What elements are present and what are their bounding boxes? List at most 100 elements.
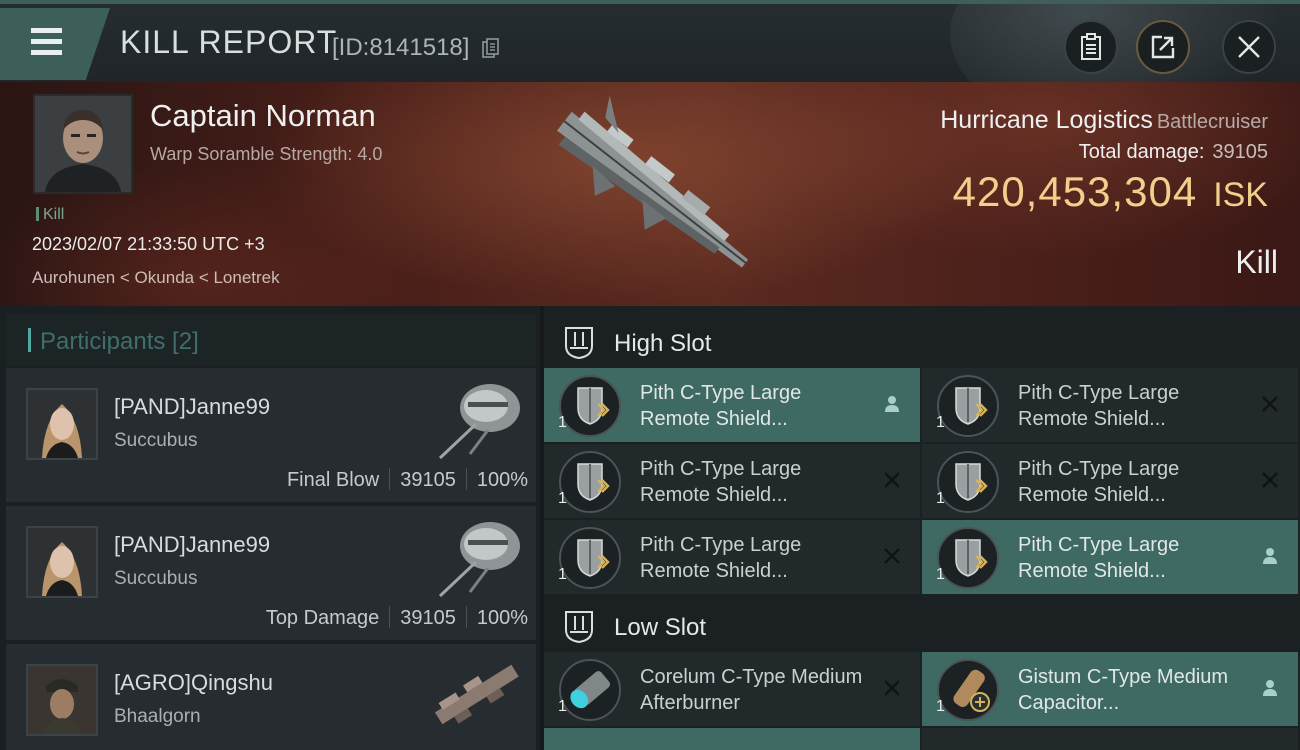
module-state[interactable] <box>880 468 904 492</box>
capacitor-icon <box>937 659 999 721</box>
isk-value: 420,453,304 <box>952 168 1198 215</box>
female-pilot-icon <box>28 528 96 596</box>
participant-stats: Top Damage 39105 100% <box>266 606 528 630</box>
module-quantity: 1 <box>936 698 945 715</box>
clipboard-button[interactable] <box>1064 20 1118 74</box>
kill-summary: Captain Norman Warp Soramble Strength: 4… <box>0 82 1300 306</box>
module-name: Pith C-Type Large Remote Shield... <box>640 458 802 506</box>
module-name: Gistum C-Type Medium Capacitor... <box>1018 666 1229 714</box>
close-icon <box>884 680 900 696</box>
module-slot[interactable]: 1 Pith C-Type Large Remote Shield... <box>922 444 1298 518</box>
ship-info: Hurricane Logistics Battlecruiser Total d… <box>940 106 1268 216</box>
menu-icon <box>26 28 62 33</box>
female-pilot-icon <box>28 390 96 458</box>
participants-header: Participants [2] <box>6 314 536 366</box>
module-name: Pith C-Type Large Remote Shield... <box>640 382 802 430</box>
high-slot-header: High Slot <box>544 312 1300 372</box>
fitting-panel: High Slot 1 Pith C-Type Large Remote Shie… <box>544 306 1300 750</box>
participant-damage: 39105 <box>400 607 456 629</box>
header-marker <box>28 328 31 352</box>
pilot-avatar-icon <box>35 96 131 192</box>
high-slot-icon <box>565 327 593 360</box>
module-quantity: 1 <box>558 414 567 431</box>
participant-card[interactable]: [PAND]Janne99 Succubus Final Blow 39105 10… <box>6 368 536 502</box>
close-icon <box>884 548 900 564</box>
participant-ship: Succubus <box>114 568 198 589</box>
module-quantity: 1 <box>936 566 945 583</box>
title-bar: KILL REPORT [ID:8141518] <box>0 0 1300 82</box>
close-icon <box>1238 36 1260 58</box>
copy-icon[interactable] <box>482 38 500 58</box>
module-state[interactable] <box>880 392 904 416</box>
module-quantity: 1 <box>558 698 567 715</box>
close-icon <box>1262 472 1278 488</box>
participant-name[interactable]: [PAND]Janne99 <box>114 532 270 558</box>
close-icon <box>884 472 900 488</box>
participant-card[interactable]: [PAND]Janne99 Succubus Top Damage 39105 10… <box>6 506 536 640</box>
person-icon <box>1263 680 1277 696</box>
module-state[interactable] <box>880 676 904 700</box>
module-slot[interactable]: 1 Pith C-Type Large Remote Shield... <box>544 444 920 518</box>
kill-datetime: 2023/02/07 21:33:50 UTC +3 <box>32 234 265 254</box>
module-slot[interactable]: 1 Gistum C-Type Medium Capacitor... <box>922 652 1298 726</box>
module-quantity: 1 <box>936 414 945 431</box>
close-button[interactable] <box>1222 20 1276 74</box>
warp-scramble-strength: Warp Soramble Strength: 4.0 <box>150 144 383 164</box>
share-button[interactable] <box>1136 20 1190 74</box>
low-slot-header: Low Slot <box>544 596 1300 656</box>
menu-button[interactable] <box>0 8 110 80</box>
participant-role: Final Blow <box>286 469 380 491</box>
stat-separator <box>465 468 467 490</box>
kill-result: Kill <box>1235 244 1278 280</box>
module-state[interactable] <box>880 544 904 568</box>
module-state[interactable] <box>1258 676 1282 700</box>
close-icon <box>1262 396 1278 412</box>
module-slot[interactable]: 1 Pith C-Type Large Remote Shield... <box>922 368 1298 442</box>
share-icon <box>1151 35 1175 59</box>
victim-portrait[interactable] <box>33 94 133 194</box>
module-slot[interactable]: 1 Pith C-Type Large Remote Shield... <box>922 520 1298 594</box>
module-slot[interactable]: 1 Pith C-Type Large Remote Shield... <box>544 368 920 442</box>
module-name: Pith C-Type Large Remote Shield... <box>1018 382 1180 430</box>
participant-avatar <box>26 526 98 598</box>
module-state[interactable] <box>1258 392 1282 416</box>
person-icon <box>885 396 899 412</box>
module-name: Pith C-Type Large Remote Shield... <box>1018 458 1180 506</box>
page-title: KILL REPORT <box>120 24 338 60</box>
kill-location[interactable]: Aurohunen < Okunda < Lonetrek <box>32 268 280 288</box>
participant-percent: 100% <box>476 607 528 629</box>
module-state[interactable] <box>1258 468 1282 492</box>
shield-booster-icon <box>559 451 621 513</box>
succubus-ship-icon <box>438 522 520 598</box>
victim-name[interactable]: Captain Norman <box>150 98 376 134</box>
victim-ship-name[interactable]: Hurricane Logistics <box>940 106 1153 134</box>
module-slot-partial[interactable] <box>922 728 1298 750</box>
low-slot-icon <box>565 611 593 644</box>
participant-card[interactable]: [AGRO]Qingshu Bhaalgorn <box>6 644 536 750</box>
participant-name[interactable]: [PAND]Janne99 <box>114 394 270 420</box>
participant-percent: 100% <box>476 469 528 491</box>
participant-damage: 39105 <box>400 469 456 491</box>
module-slot[interactable]: 1 Corelum C-Type Medium Afterburner <box>544 652 920 726</box>
victim-ship-class: Battlecruiser <box>1156 111 1268 133</box>
module-state[interactable] <box>1258 544 1282 568</box>
victim-ship-image[interactable] <box>520 92 790 292</box>
participant-avatar <box>26 664 98 736</box>
shield-booster-icon <box>937 451 999 513</box>
module-slot[interactable]: 1 Pith C-Type Large Remote Shield... <box>544 520 920 594</box>
participants-panel: Participants [2] [PAND]Janne99 Succubus … <box>0 306 540 750</box>
participant-name[interactable]: [AGRO]Qingshu <box>114 670 273 696</box>
isk-unit: ISK <box>1213 176 1268 214</box>
module-name: Corelum C-Type Medium Afterburner <box>640 666 863 714</box>
participants-title: Participants [2] <box>40 328 199 355</box>
report-id: [ID:8141518] <box>332 34 470 61</box>
module-slot-partial[interactable] <box>544 728 920 750</box>
shield-booster-icon <box>937 375 999 437</box>
clipboard-icon <box>1081 33 1101 60</box>
bhaalgorn-ship-icon <box>434 664 519 725</box>
participant-avatar <box>26 388 98 460</box>
low-slot-title: Low Slot <box>614 614 707 641</box>
kill-tag: Kill <box>36 206 64 224</box>
stat-separator <box>389 606 391 628</box>
module-quantity: 1 <box>558 490 567 507</box>
